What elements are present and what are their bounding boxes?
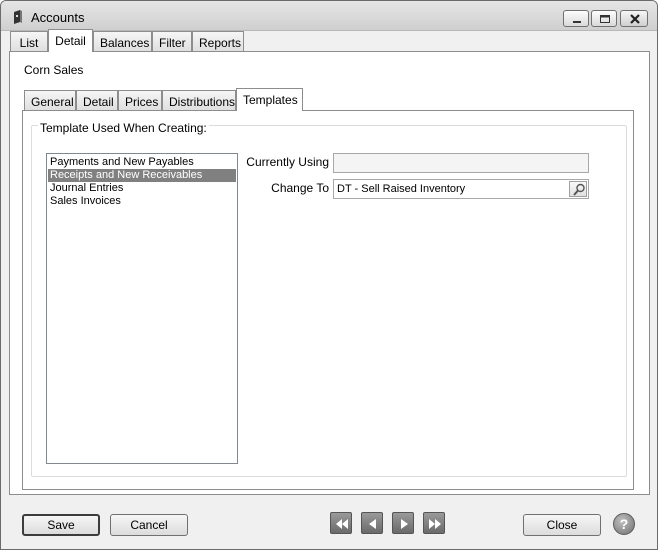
tab-reports[interactable]: Reports	[192, 31, 244, 52]
subtab-detail[interactable]: Detail	[76, 90, 118, 111]
change-to-field[interactable]: DT - Sell Raised Inventory	[333, 179, 589, 199]
next-record-button[interactable]	[392, 512, 414, 534]
tab-label: Reports	[199, 36, 242, 50]
tab-label: General	[31, 95, 74, 109]
close-window-button[interactable]	[620, 10, 648, 27]
tab-label: Templates	[243, 93, 298, 107]
search-icon	[573, 183, 585, 196]
accounts-window: Accounts List Detail Balances Filter Rep…	[0, 0, 658, 550]
app-icon	[14, 10, 22, 24]
template-group-label: Template Used When Creating:	[38, 121, 209, 135]
currently-using-label: Currently Using	[246, 155, 329, 169]
tab-label: Distributions	[169, 95, 236, 109]
subtab-templates[interactable]: Templates	[236, 88, 303, 111]
maximize-button[interactable]	[591, 10, 617, 27]
change-to-label: Change To	[271, 181, 329, 195]
list-item-selected[interactable]: Receipts and New Receivables	[48, 169, 236, 182]
chevron-left-icon	[369, 519, 376, 529]
subtab-distributions[interactable]: Distributions	[162, 90, 236, 111]
title-bar[interactable]: Accounts	[1, 1, 657, 31]
minimize-icon	[573, 21, 581, 23]
chevron-right-icon	[401, 519, 408, 529]
tab-label: Prices	[125, 95, 159, 109]
tab-detail[interactable]: Detail	[48, 29, 93, 52]
close-button[interactable]: Close	[523, 514, 601, 536]
help-icon[interactable]: ?	[613, 513, 635, 535]
previous-record-button[interactable]	[361, 512, 383, 534]
tab-list[interactable]: List	[10, 31, 48, 52]
window-title: Accounts	[31, 10, 85, 25]
cancel-button[interactable]: Cancel	[110, 514, 188, 536]
maximize-icon	[600, 15, 610, 23]
tab-filter[interactable]: Filter	[152, 31, 192, 52]
tab-label: Detail	[83, 95, 114, 109]
list-item[interactable]: Journal Entries	[48, 182, 236, 195]
save-button[interactable]: Save	[22, 514, 100, 536]
change-to-value: DT - Sell Raised Inventory	[337, 183, 466, 195]
subtab-general[interactable]: General	[24, 90, 76, 111]
subtab-prices[interactable]: Prices	[118, 90, 162, 111]
tab-balances[interactable]: Balances	[93, 31, 152, 52]
first-record-button[interactable]	[330, 512, 352, 534]
rewind-icon	[336, 519, 348, 529]
tab-label: Detail	[55, 34, 86, 48]
fast-forward-icon	[429, 519, 441, 529]
tab-label: List	[19, 36, 39, 50]
template-lookup-button[interactable]	[569, 181, 587, 197]
template-type-list[interactable]: Payments and New Payables Receipts and N…	[46, 153, 238, 464]
minimize-button[interactable]	[563, 10, 589, 27]
list-item[interactable]: Sales Invoices	[48, 195, 236, 208]
account-name: Corn Sales	[24, 63, 84, 77]
tab-label: Filter	[159, 36, 186, 50]
currently-using-field	[333, 153, 589, 173]
close-icon	[630, 14, 640, 24]
last-record-button[interactable]	[423, 512, 445, 534]
list-item[interactable]: Payments and New Payables	[48, 156, 236, 169]
tab-label: Balances	[100, 36, 150, 50]
